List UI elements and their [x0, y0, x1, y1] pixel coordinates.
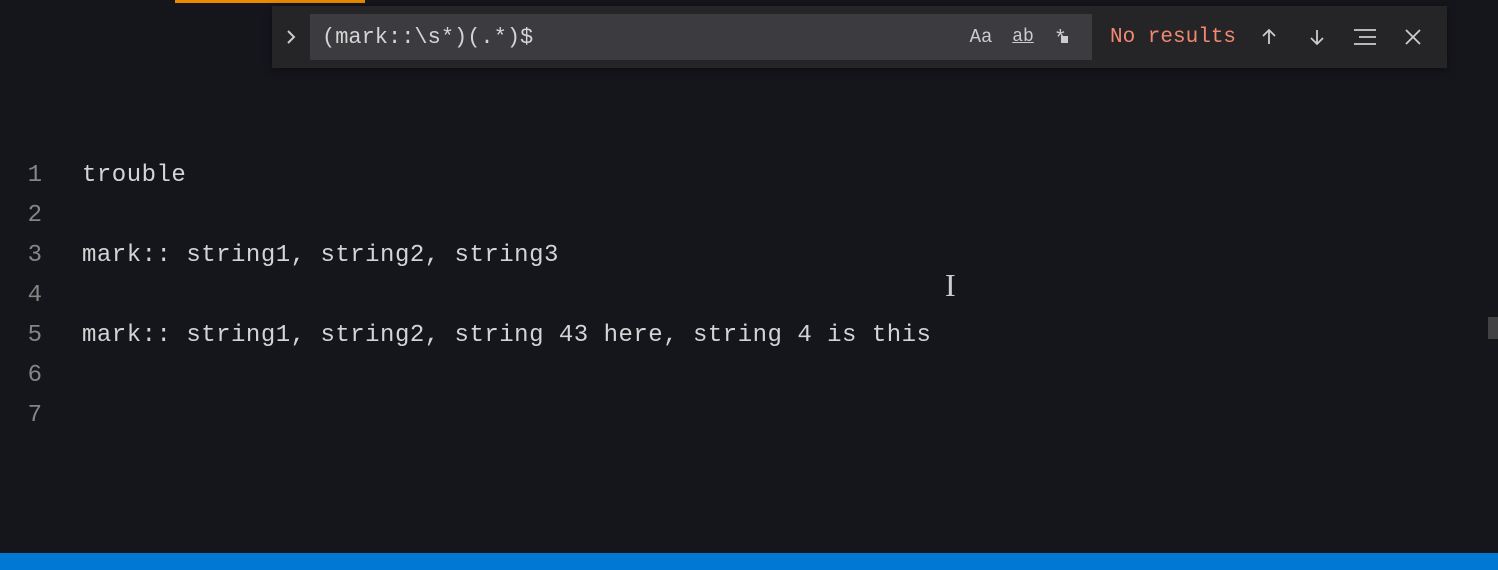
close-find-button[interactable] [1398, 22, 1428, 52]
editor-line: 7 [0, 395, 1498, 435]
editor-line: 2 [0, 195, 1498, 235]
chevron-right-icon [283, 29, 299, 45]
status-bar[interactable] [0, 553, 1498, 570]
previous-match-button[interactable] [1254, 22, 1284, 52]
editor-line: 4 [0, 275, 1498, 315]
find-input-container: Aa ab [310, 14, 1092, 60]
line-number: 3 [0, 242, 82, 269]
find-results-count: No results [1092, 26, 1254, 49]
arrow-down-icon [1307, 27, 1327, 47]
line-number: 4 [0, 282, 82, 309]
toggle-replace-button[interactable] [272, 6, 310, 68]
use-regex-button[interactable] [1050, 22, 1080, 52]
line-content[interactable]: trouble [82, 162, 186, 189]
arrow-up-icon [1259, 27, 1279, 47]
line-content[interactable]: mark:: string1, string2, string 43 here,… [82, 322, 931, 349]
editor-line: 6 [0, 355, 1498, 395]
scrollbar-marker[interactable] [1488, 317, 1498, 339]
line-number: 2 [0, 202, 82, 229]
line-content[interactable]: mark:: string1, string2, string3 [82, 242, 559, 269]
selection-icon [1354, 28, 1376, 46]
editor-line: 5 mark:: string1, string2, string 43 her… [0, 315, 1498, 355]
close-icon [1404, 28, 1422, 46]
match-whole-word-button[interactable]: ab [1008, 22, 1038, 52]
next-match-button[interactable] [1302, 22, 1332, 52]
match-case-button[interactable]: Aa [966, 22, 996, 52]
active-tab-indicator [175, 0, 365, 3]
editor-line: 1 trouble [0, 155, 1498, 195]
find-nav-buttons [1254, 22, 1442, 52]
line-number: 1 [0, 162, 82, 189]
line-number: 6 [0, 362, 82, 389]
editor-line: 3 mark:: string1, string2, string3 [0, 235, 1498, 275]
find-widget: Aa ab No results [272, 6, 1447, 68]
editor-area[interactable]: 1 trouble 2 3 mark:: string1, string2, s… [0, 155, 1498, 435]
find-options: Aa ab [956, 22, 1080, 52]
line-number: 7 [0, 402, 82, 429]
find-input[interactable] [322, 25, 956, 50]
find-in-selection-button[interactable] [1350, 22, 1380, 52]
line-number: 5 [0, 322, 82, 349]
